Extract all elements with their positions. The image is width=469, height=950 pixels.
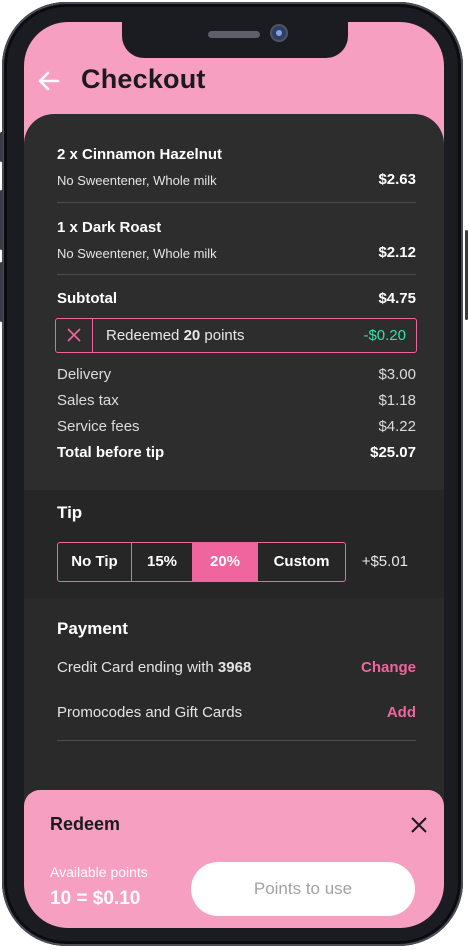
order-item-options: No Sweentener, Whole milk [57, 173, 217, 188]
divider [57, 202, 416, 203]
phone-side-button [0, 262, 3, 322]
tip-option-no-tip[interactable]: No Tip [58, 543, 132, 581]
redemption-label: Redeemed 20 points [106, 327, 244, 344]
phone-side-button [0, 132, 3, 162]
redeem-title: Redeem [50, 814, 121, 834]
available-points-label: Available points [50, 864, 148, 880]
tip-section: Tip No Tip 15% 20% Custom +$5.01 [24, 490, 444, 598]
speaker-grille [208, 31, 260, 38]
phone-notch [122, 22, 348, 58]
service-fees-label: Service fees [57, 418, 140, 435]
sales-tax-value: $1.18 [378, 392, 416, 409]
total-value: $25.07 [370, 444, 416, 461]
total-label: Total before tip [57, 444, 165, 461]
points-redemption-row: Redeemed 20 points -$0.20 [55, 318, 417, 353]
credit-card-prefix: Credit Card ending with [57, 659, 218, 676]
phone-side-button [0, 190, 3, 250]
order-item-options: No Sweentener, Whole milk [57, 246, 217, 261]
tip-options: No Tip 15% 20% Custom [57, 542, 346, 582]
delivery-value: $3.00 [378, 366, 416, 383]
arrow-left-icon[interactable] [36, 68, 62, 94]
subtotal-label: Subtotal [57, 290, 117, 307]
redemption-amount: -$0.20 [363, 327, 406, 344]
order-item-name: 2 x Cinnamon Hazelnut [57, 146, 223, 163]
points-to-use-input[interactable] [191, 862, 415, 916]
close-icon[interactable] [56, 319, 93, 352]
order-item-price: $2.63 [378, 171, 416, 188]
redemption-suffix: points [200, 327, 245, 344]
tip-option-20[interactable]: 20% [193, 543, 258, 581]
divider [57, 740, 416, 741]
page-title: Checkout [81, 64, 206, 94]
credit-card-last4: 3968 [217, 659, 252, 676]
order-item-name: 1 x Dark Roast [57, 219, 162, 236]
tip-option-custom[interactable]: Custom [258, 543, 345, 581]
service-fees-value: $4.22 [378, 418, 416, 435]
order-item-price: $2.12 [378, 244, 416, 261]
sales-tax-label: Sales tax [57, 392, 119, 409]
redemption-points: 20 [183, 327, 201, 344]
payment-title: Payment [57, 619, 128, 638]
tip-option-15[interactable]: 15% [132, 543, 193, 581]
front-camera [272, 26, 286, 40]
redeem-sheet: Redeem Available points 10 = $0.10 [24, 790, 444, 928]
delivery-label: Delivery [57, 366, 112, 383]
promo-label: Promocodes and Gift Cards [57, 704, 243, 721]
tip-amount: +$5.01 [361, 553, 408, 570]
change-card-link[interactable]: Change [361, 659, 416, 676]
add-promo-link[interactable]: Add [387, 704, 416, 721]
redemption-prefix: Redeemed [106, 327, 184, 344]
phone-side-button [465, 230, 468, 320]
subtotal-value: $4.75 [378, 290, 416, 307]
close-icon[interactable] [406, 812, 432, 838]
credit-card-label: Credit Card ending with 3968 [57, 659, 251, 676]
divider [57, 274, 416, 275]
tip-title: Tip [57, 503, 83, 522]
app-screen: Checkout 2 x Cinnamon Hazelnut No Sweent… [24, 22, 444, 928]
available-points-value: 10 = $0.10 [50, 888, 141, 909]
